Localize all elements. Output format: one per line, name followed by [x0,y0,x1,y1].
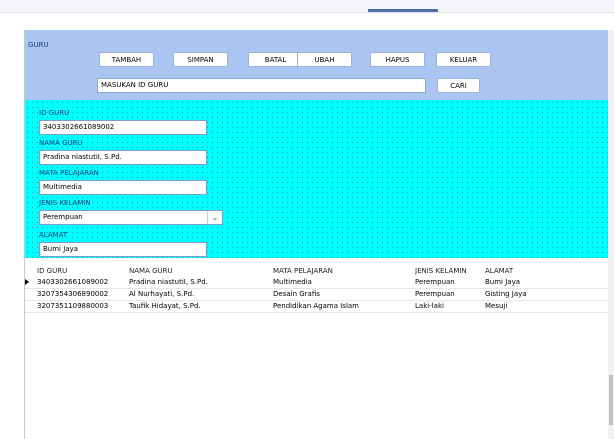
data-entry-panel: ID GURU 3403302661089002 NAMA GURU Pradi… [25,100,609,258]
tambah-button[interactable]: TAMBAH [99,52,154,67]
search-id-input[interactable]: MASUKAN ID GURU [97,78,426,93]
cari-button[interactable]: CARI [437,78,480,93]
nama-guru-field[interactable]: Pradina niastutiI, S.Pd. [39,150,207,165]
title-bar [0,0,614,13]
current-row-indicator-icon [25,279,29,285]
mata-pelajaran-label: MATA PELAJARAN [39,169,99,177]
table-row[interactable]: 3403302661089002 Pradina niastutiI, S.Pd… [25,277,609,289]
group-label: GURU [28,41,49,49]
cell-jenis-kelamin[interactable]: Laki-laki [415,301,444,312]
column-header[interactable]: NAMA GURU [129,266,173,277]
chevron-down-icon[interactable]: ⌄ [207,211,222,224]
top-panel: GURU TAMBAH SIMPAN BATAL UBAH HAPUS KELU… [25,30,609,100]
table-row[interactable]: 3207354306890002 Al Nurhayati, S.Pd. Des… [25,289,609,301]
batal-button[interactable]: BATAL [248,52,303,67]
cell-mata-pelajaran[interactable]: Pendidikan Agama Islam [273,301,359,312]
column-header[interactable]: JENIS KELAMIN [415,266,467,277]
scrollbar-thumb[interactable] [609,375,613,425]
nama-guru-label: NAMA GURU [39,139,83,147]
cell-nama-guru[interactable]: Taufik Hidayat, S.Pd. [129,301,201,312]
jenis-kelamin-label: JENIS KELAMIN [39,199,91,207]
cell-id-guru[interactable]: 3207351109880003 [37,301,108,312]
active-tab-indicator [368,9,438,12]
keluar-button[interactable]: KELUAR [436,52,491,67]
alamat-field[interactable]: Bumi Jaya [39,242,207,257]
jenis-kelamin-value: Perempuan [43,213,83,221]
guru-data-grid[interactable]: ID GURU NAMA GURU MATA PELAJARAN JENIS K… [25,266,609,313]
mata-pelajaran-field[interactable]: Multimedia [39,180,207,195]
cell-nama-guru[interactable]: Pradina niastutiI, S.Pd. [129,277,208,288]
cell-jenis-kelamin[interactable]: Perempuan [415,289,455,300]
id-guru-field[interactable]: 3403302661089002 [39,120,207,135]
cell-id-guru[interactable]: 3207354306890002 [37,289,108,300]
form-window: GURU TAMBAH SIMPAN BATAL UBAH HAPUS KELU… [24,30,609,439]
jenis-kelamin-select[interactable]: Perempuan ⌄ [39,210,223,225]
cell-alamat[interactable]: Gisting Jaya [485,289,527,300]
cell-nama-guru[interactable]: Al Nurhayati, S.Pd. [129,289,194,300]
cell-mata-pelajaran[interactable]: Multimedia [273,277,312,288]
ubah-button[interactable]: UBAH [297,52,352,67]
id-guru-label: ID GURU [39,109,70,117]
grid-header-row: ID GURU NAMA GURU MATA PELAJARAN JENIS K… [25,266,609,277]
column-header[interactable]: ALAMAT [485,266,513,277]
table-row[interactable]: 3207351109880003 Taufik Hidayat, S.Pd. P… [25,301,609,313]
column-header[interactable]: MATA PELAJARAN [273,266,333,277]
vertical-scrollbar[interactable] [608,30,614,439]
cell-alamat[interactable]: Mesuji [485,301,507,312]
column-header[interactable]: ID GURU [37,266,67,277]
simpan-button[interactable]: SIMPAN [173,52,228,67]
cell-mata-pelajaran[interactable]: Desain Grafis [273,289,320,300]
cell-id-guru[interactable]: 3403302661089002 [37,277,108,288]
cell-alamat[interactable]: Bumi Jaya [485,277,520,288]
cell-jenis-kelamin[interactable]: Perempuan [415,277,455,288]
hapus-button[interactable]: HAPUS [370,52,425,67]
alamat-label: ALAMAT [39,231,68,239]
